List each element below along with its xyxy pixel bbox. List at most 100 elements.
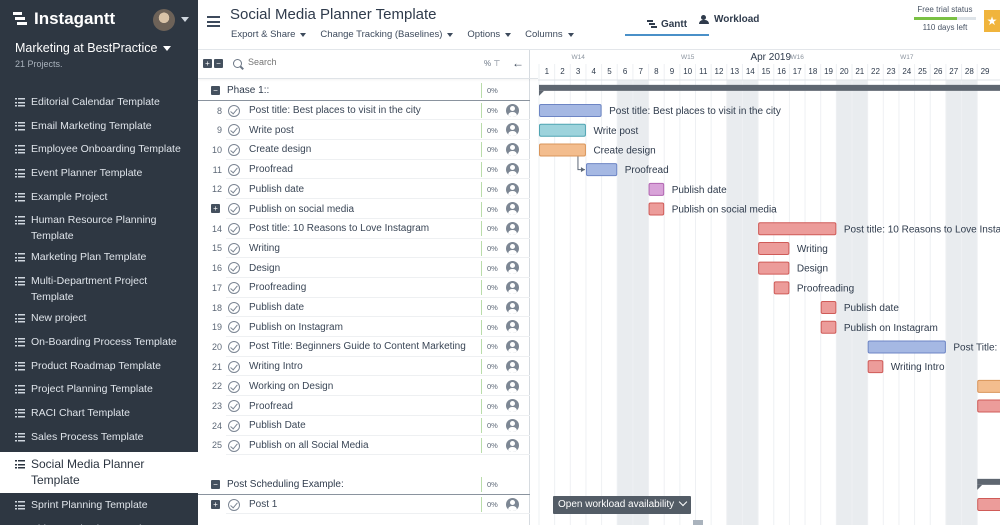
sidebar-item-email-marketing-template[interactable]: Email Marketing Template: [0, 116, 198, 140]
table-row[interactable]: + Post 1 0%: [198, 495, 530, 515]
task-percent[interactable]: 0%: [481, 398, 503, 414]
complete-checkbox[interactable]: [228, 439, 240, 452]
table-row[interactable]: 21 Writing Intro 0%: [198, 357, 530, 377]
task-name[interactable]: Publish date: [249, 302, 304, 313]
task-bar[interactable]: [758, 222, 837, 236]
task-name[interactable]: Phase 1::: [227, 85, 269, 96]
table-row[interactable]: 20 Post Title: Beginners Guide to Content…: [198, 337, 530, 357]
menu-columns[interactable]: Columns: [525, 29, 574, 40]
menu-icon[interactable]: [207, 16, 220, 27]
task-name[interactable]: Proofread: [249, 164, 293, 175]
assignee-icon[interactable]: [506, 202, 519, 216]
task-bar[interactable]: [977, 379, 1000, 393]
task-bar[interactable]: [648, 182, 665, 196]
sidebar-item-social-media-planner-template[interactable]: Social Media Planner Template: [0, 452, 198, 494]
table-row[interactable]: + Publish on social media 0%: [198, 199, 530, 219]
task-bar[interactable]: [977, 498, 1000, 512]
sidebar-item-raci-chart-template[interactable]: RACI Chart Template: [0, 403, 198, 427]
workspace-selector[interactable]: Marketing at BestPractice: [15, 41, 172, 55]
task-percent[interactable]: 0%: [481, 437, 503, 453]
task-bar[interactable]: [758, 241, 790, 255]
task-name[interactable]: Proofread: [249, 401, 293, 412]
complete-checkbox[interactable]: [228, 321, 240, 334]
task-bar[interactable]: [773, 281, 790, 295]
collapse-icon[interactable]: −: [211, 480, 220, 489]
task-bar[interactable]: [539, 143, 586, 157]
table-row[interactable]: 11 Proofread 0%: [198, 160, 530, 180]
assignee-icon[interactable]: [506, 182, 519, 196]
task-name[interactable]: Post title: Best places to visit in the …: [249, 105, 421, 116]
task-percent[interactable]: 0%: [481, 339, 503, 355]
task-percent[interactable]: 0%: [481, 221, 503, 237]
collapse-icon[interactable]: −: [211, 86, 220, 95]
sidebar-item-video-production-template[interactable]: Video Production Template: [0, 519, 198, 525]
table-row[interactable]: 25 Publish on all Social Media 0%: [198, 436, 530, 456]
task-percent[interactable]: 0%: [481, 476, 503, 492]
complete-checkbox[interactable]: [228, 341, 240, 354]
table-row[interactable]: 12 Publish date 0%: [198, 180, 530, 200]
percent-column-header[interactable]: % ⊤: [484, 59, 500, 68]
expand-all-icon[interactable]: +: [203, 59, 212, 68]
table-row[interactable]: 24 Publish Date 0%: [198, 416, 530, 436]
search-input[interactable]: [248, 57, 468, 67]
chevron-down-icon[interactable]: [181, 17, 189, 22]
table-row[interactable]: 17 Proofreading 0%: [198, 278, 530, 298]
assignee-icon[interactable]: [506, 300, 519, 314]
complete-checkbox[interactable]: [228, 124, 240, 137]
assignee-icon[interactable]: [506, 379, 519, 393]
task-name[interactable]: Proofreading: [249, 282, 306, 293]
sidebar-item-employee-onboarding-template[interactable]: Employee Onboarding Template: [0, 139, 198, 163]
task-name[interactable]: Write post: [249, 125, 294, 136]
task-name[interactable]: Post Scheduling Example:: [227, 479, 344, 490]
task-percent[interactable]: 0%: [481, 162, 503, 178]
menu-export-share[interactable]: Export & Share: [231, 29, 307, 40]
complete-checkbox[interactable]: [228, 360, 240, 373]
complete-checkbox[interactable]: [228, 380, 240, 393]
brand[interactable]: Instagantt: [12, 9, 115, 29]
assignee-icon[interactable]: [506, 359, 519, 373]
task-bar[interactable]: [648, 202, 665, 216]
sidebar-item-product-roadmap-template[interactable]: Product Roadmap Template: [0, 356, 198, 380]
task-name[interactable]: Publish date: [249, 184, 304, 195]
menu-options[interactable]: Options: [467, 29, 512, 40]
complete-checkbox[interactable]: [228, 301, 240, 314]
complete-checkbox[interactable]: [228, 262, 240, 275]
expand-icon[interactable]: +: [211, 204, 220, 214]
complete-checkbox[interactable]: [228, 183, 240, 196]
task-name[interactable]: Create design: [249, 144, 311, 155]
task-percent[interactable]: 0%: [481, 319, 503, 335]
task-name[interactable]: Writing Intro: [249, 361, 303, 372]
expand-icon[interactable]: +: [211, 499, 220, 509]
assignee-icon[interactable]: [506, 143, 519, 157]
sidebar-item-sales-process-template[interactable]: Sales Process Template: [0, 427, 198, 451]
table-row[interactable]: 19 Publish on Instagram 0%: [198, 317, 530, 338]
task-name[interactable]: Design: [249, 263, 280, 274]
assignee-icon[interactable]: [506, 438, 519, 452]
table-row[interactable]: 14 Post title: 10 Reasons to Love Instagr…: [198, 219, 530, 239]
table-row[interactable]: 8 Post title: Best places to visit in the…: [198, 101, 530, 121]
phase-row[interactable]: − Post Scheduling Example: 0%: [198, 475, 530, 495]
tab-gantt[interactable]: Gantt: [625, 14, 709, 36]
task-percent[interactable]: 0%: [481, 359, 503, 375]
task-percent[interactable]: 0%: [481, 122, 503, 138]
task-bar[interactable]: [758, 261, 790, 275]
complete-checkbox[interactable]: [228, 163, 240, 176]
assignee-icon[interactable]: [506, 497, 519, 511]
sidebar-item-editorial-calendar-template[interactable]: Editorial Calendar Template: [0, 92, 198, 116]
assignee-icon[interactable]: [506, 241, 519, 255]
assignee-icon[interactable]: [506, 103, 519, 117]
table-row[interactable]: 18 Publish date 0%: [198, 298, 530, 318]
table-row[interactable]: 16 Design 0%: [198, 258, 530, 278]
complete-checkbox[interactable]: [228, 203, 240, 216]
task-bar[interactable]: [867, 360, 884, 374]
complete-checkbox[interactable]: [228, 222, 240, 235]
task-bar[interactable]: [585, 163, 618, 177]
avatar[interactable]: [153, 9, 175, 31]
task-bar[interactable]: [539, 104, 602, 118]
task-bar[interactable]: [820, 301, 837, 315]
sidebar-item-new-project[interactable]: New project: [0, 308, 198, 332]
table-row[interactable]: 9 Write post 0%: [198, 120, 530, 141]
task-name[interactable]: Publish Date: [249, 420, 306, 431]
sidebar-item-example-project[interactable]: Example Project: [0, 187, 198, 211]
task-name[interactable]: Publish on all Social Media: [249, 440, 369, 451]
